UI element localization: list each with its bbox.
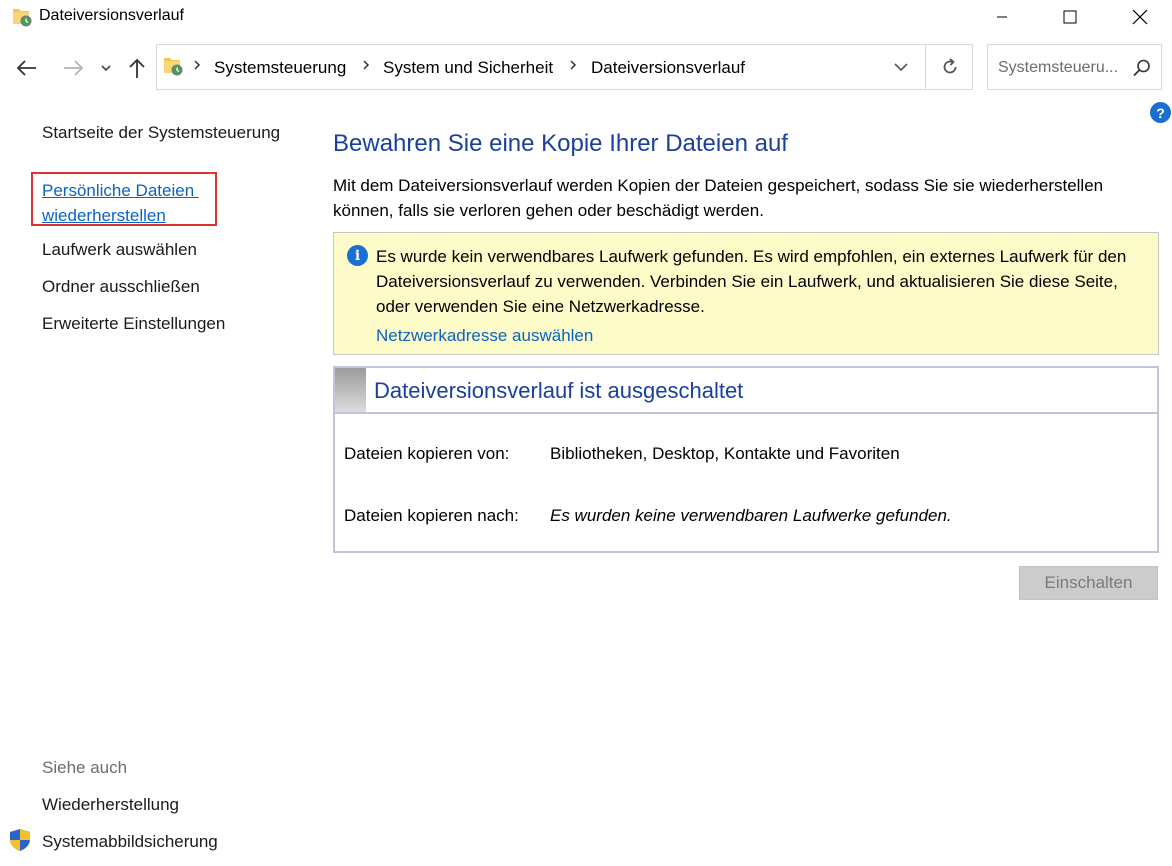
close-button[interactable] — [1117, 0, 1163, 34]
status-panel: Dateiversionsverlauf ist ausgeschaltet D… — [333, 366, 1159, 553]
shield-icon — [8, 828, 32, 852]
file-history-icon — [12, 6, 34, 28]
sidebar-item-select-drive[interactable]: Laufwerk auswählen — [42, 240, 197, 260]
sidebar-item-label: Persönliche Dateien — [42, 181, 199, 200]
refresh-button[interactable] — [927, 45, 972, 89]
info-icon: i — [347, 245, 368, 266]
copy-from-value: Bibliotheken, Desktop, Kontakte und Favo… — [550, 444, 900, 463]
forward-button[interactable] — [58, 52, 88, 84]
arrow-right-icon — [64, 60, 84, 76]
search-box[interactable] — [987, 44, 1162, 90]
title-bar: Dateiversionsverlauf — [0, 0, 1172, 34]
minimize-icon — [997, 16, 1007, 18]
help-button[interactable]: ? — [1150, 102, 1171, 123]
sidebar-item-system-image-backup[interactable]: Systemabbildsicherung — [42, 832, 218, 852]
chevron-down-icon — [101, 65, 111, 72]
sidebar-item-label: wiederherstellen — [42, 206, 166, 225]
recent-locations-button[interactable] — [97, 52, 115, 84]
page-title: Bewahren Sie eine Kopie Ihrer Dateien au… — [333, 130, 788, 157]
up-button[interactable] — [124, 52, 150, 84]
breadcrumb-systemsteuerung[interactable]: Systemsteuerung — [214, 58, 346, 78]
window-title: Dateiversionsverlauf — [39, 7, 184, 24]
close-icon — [1132, 9, 1148, 25]
page-description: Mit dem Dateiversionsverlauf werden Kopi… — [333, 176, 1104, 220]
sidebar-item-recovery[interactable]: Wiederherstellung — [42, 795, 179, 815]
maximize-icon — [1063, 10, 1077, 24]
copy-to-label: Dateien kopieren nach: — [344, 506, 519, 525]
chevron-down-icon — [894, 62, 908, 71]
sidebar-item-advanced-settings[interactable]: Erweiterte Einstellungen — [42, 314, 225, 334]
sidebar-item-exclude-folders[interactable]: Ordner ausschließen — [42, 277, 200, 297]
minimize-button[interactable] — [979, 0, 1025, 34]
arrow-up-icon — [129, 58, 145, 78]
see-also-heading: Siehe auch — [42, 758, 128, 777]
breadcrumb-separator-icon[interactable] — [193, 58, 201, 75]
breadcrumb-separator-icon[interactable] — [569, 58, 577, 75]
file-history-folder-icon — [163, 55, 185, 77]
search-icon[interactable] — [1132, 58, 1152, 78]
sidebar-item-restore-personal-files[interactable]: Persönliche Dateien wiederherstellen — [42, 178, 199, 228]
address-bar[interactable]: Systemsteuerung System und Sicherheit Da… — [156, 44, 973, 90]
address-dropdown-button[interactable] — [889, 57, 913, 77]
maximize-button[interactable] — [1047, 0, 1093, 34]
info-message: Es wurde kein verwendbares Laufwerk gefu… — [376, 247, 1127, 316]
enable-button[interactable]: Einschalten — [1019, 566, 1158, 600]
status-indicator — [335, 368, 366, 412]
breadcrumb-system-und-sicherheit[interactable]: System und Sicherheit — [383, 58, 553, 78]
status-title: Dateiversionsverlauf ist ausgeschaltet — [374, 378, 744, 403]
arrow-left-icon — [16, 60, 36, 76]
search-input[interactable] — [998, 57, 1128, 79]
info-banner: i Es wurde kein verwendbares Laufwerk ge… — [333, 232, 1159, 355]
copy-from-label: Dateien kopieren von: — [344, 444, 510, 463]
refresh-icon — [943, 58, 956, 74]
select-network-location-link[interactable]: Netzwerkadresse auswählen — [376, 326, 593, 346]
copy-to-value: Es wurden keine verwendbaren Laufwerke g… — [550, 506, 952, 525]
breadcrumb-separator-icon[interactable] — [362, 58, 370, 75]
help-icon: ? — [1156, 104, 1165, 121]
status-header: Dateiversionsverlauf ist ausgeschaltet — [335, 368, 1157, 414]
back-button[interactable] — [12, 52, 42, 84]
address-divider — [925, 45, 926, 89]
breadcrumb-dateiversionsverlauf[interactable]: Dateiversionsverlauf — [591, 58, 745, 78]
sidebar-item-home[interactable]: Startseite der Systemsteuerung — [42, 123, 280, 143]
